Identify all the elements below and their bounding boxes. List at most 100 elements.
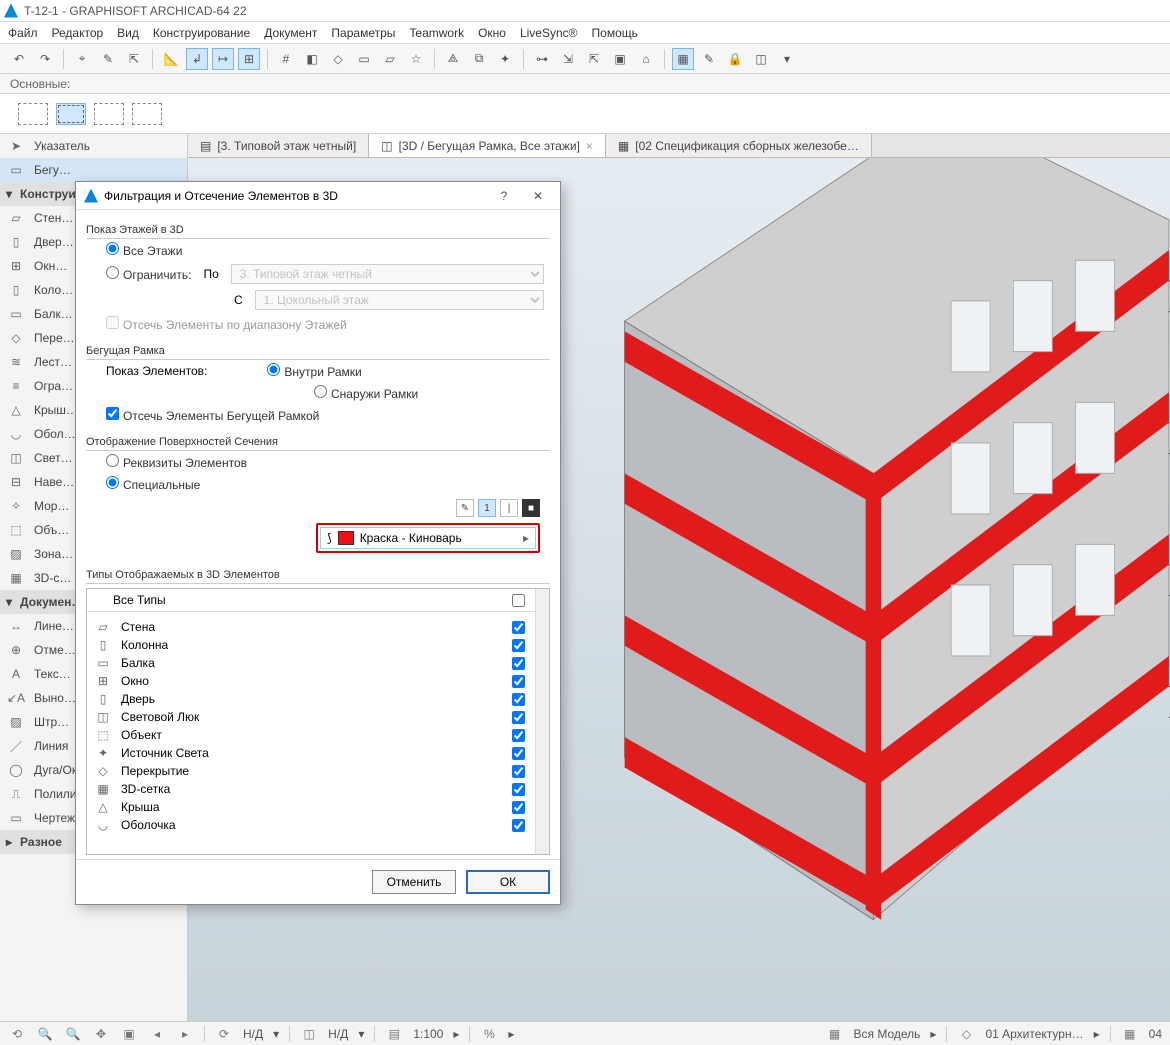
tool-c-icon[interactable]: ▭	[353, 48, 375, 70]
fit-icon[interactable]: ▣	[120, 1025, 138, 1043]
snap-a-icon[interactable]: ↲	[186, 48, 208, 70]
status-scale[interactable]: 1:100	[413, 1027, 443, 1041]
check-window[interactable]	[512, 675, 525, 688]
radio-all-stories[interactable]: Все Этажи	[106, 242, 182, 258]
status-model[interactable]: Вся Модель	[854, 1027, 921, 1041]
surface-picker[interactable]: ⟆ Краска - Киноварь ▸	[320, 527, 536, 549]
zoom-out-icon[interactable]: 🔍	[36, 1025, 54, 1043]
radio-element-attrs[interactable]: Реквизиты Элементов	[106, 454, 247, 470]
tool-arrow[interactable]: ➤Указатель	[0, 134, 187, 158]
snap-c-icon[interactable]: ⊞	[238, 48, 260, 70]
radio-outside-marquee[interactable]: Снаружи Рамки	[314, 385, 418, 401]
check-column[interactable]	[512, 639, 525, 652]
pull-icon[interactable]: ⇱	[583, 48, 605, 70]
pen-icon[interactable]: ✎	[456, 499, 474, 517]
tool-b-icon[interactable]: ◇	[327, 48, 349, 70]
layerset-icon[interactable]: ◇	[957, 1025, 975, 1043]
tab-schedule[interactable]: ▦[02 Спецификация сборных железобе…	[606, 134, 872, 157]
menu-design[interactable]: Конструирование	[153, 26, 250, 40]
model-icon[interactable]: ▦	[826, 1025, 844, 1043]
opt-c-icon[interactable]: ✦	[494, 48, 516, 70]
menu-help[interactable]: Помощь	[592, 26, 638, 40]
check-object[interactable]	[512, 729, 525, 742]
zoom-in-icon[interactable]: 🔍	[64, 1025, 82, 1043]
zoom-percent-icon[interactable]: %	[480, 1025, 498, 1043]
pan-icon[interactable]: ✥	[92, 1025, 110, 1043]
ruler-icon[interactable]: 📐	[160, 48, 182, 70]
radio-limit-stories[interactable]: Ограничить:	[106, 266, 191, 282]
dropdown-story-from[interactable]: 3. Типовой этаж четный	[231, 264, 544, 284]
check-door[interactable]	[512, 693, 525, 706]
edit-icon[interactable]: ✎	[97, 48, 119, 70]
checkbox-cut-marquee[interactable]: Отсечь Элементы Бегущей Рамкой	[106, 407, 319, 423]
marquee-mode-3[interactable]	[94, 103, 124, 125]
menu-window[interactable]: Окно	[478, 26, 506, 40]
nav-home-icon[interactable]: ⟲	[8, 1025, 26, 1043]
scale-icon[interactable]: ▤	[385, 1025, 403, 1043]
measure-icon[interactable]: ⇱	[123, 48, 145, 70]
menu-document[interactable]: Документ	[264, 26, 317, 40]
opt-b-icon[interactable]: ⧉	[468, 48, 490, 70]
radio-inside-marquee[interactable]: Внутри Рамки	[267, 365, 361, 379]
dialog-close-button[interactable]: ✕	[524, 189, 552, 203]
undo-icon[interactable]: ↶	[8, 48, 30, 70]
marquee-mode-2[interactable]	[56, 103, 86, 125]
check-beam[interactable]	[512, 657, 525, 670]
checkbox-all-types[interactable]	[512, 594, 525, 607]
dialog-titlebar[interactable]: Фильтрация и Отсечение Элементов в 3D ? …	[76, 182, 560, 210]
render-icon[interactable]: ▦	[1121, 1025, 1139, 1043]
layer-icon[interactable]: ✎	[698, 48, 720, 70]
check-slab[interactable]	[512, 765, 525, 778]
ok-button[interactable]: ОК	[466, 870, 550, 894]
tool-a-icon[interactable]: ◧	[301, 48, 323, 70]
cube-icon[interactable]: ◫	[750, 48, 772, 70]
tab-3d[interactable]: ◫[3D / Бегущая Рамка, Все этажи]×	[369, 134, 606, 157]
line-color-icon[interactable]: ■	[522, 499, 540, 517]
check-shell[interactable]	[512, 819, 525, 832]
dialog-help-button[interactable]: ?	[490, 189, 518, 203]
marquee-mode-4[interactable]	[132, 103, 162, 125]
menu-teamwork[interactable]: Teamwork	[409, 26, 464, 40]
prev-view-icon[interactable]: ◂	[148, 1025, 166, 1043]
check-roof[interactable]	[512, 801, 525, 814]
status-layerset[interactable]: 01 Архитектурн…	[985, 1027, 1083, 1041]
next-view-icon[interactable]: ▸	[176, 1025, 194, 1043]
group-icon[interactable]: ▣	[609, 48, 631, 70]
radio-special-surfaces[interactable]: Специальные	[106, 476, 200, 492]
marquee-mode-1[interactable]	[18, 103, 48, 125]
menu-options[interactable]: Параметры	[331, 26, 395, 40]
opt-a-icon[interactable]: ⟁	[442, 48, 464, 70]
line-weight-icon[interactable]: |	[500, 499, 518, 517]
check-lamp[interactable]	[512, 747, 525, 760]
push-icon[interactable]: ⇲	[557, 48, 579, 70]
element-types-list[interactable]: ▱Стена ▯Колонна ▭Балка ⊞Окно ▯Дверь ◫Све…	[87, 612, 535, 854]
check-wall[interactable]	[512, 621, 525, 634]
home-icon[interactable]: ⌂	[635, 48, 657, 70]
view-mode-icon[interactable]: ◫	[300, 1025, 318, 1043]
tool-marquee[interactable]: ▭Бегу…	[0, 158, 187, 182]
types-scrollbar[interactable]	[535, 589, 549, 854]
dropdown-story-to[interactable]: 1. Цокольный этаж	[255, 290, 544, 310]
drop-icon[interactable]: ▾	[776, 48, 798, 70]
filter-3d-icon[interactable]: ▦	[672, 48, 694, 70]
snap-b-icon[interactable]: ↦	[212, 48, 234, 70]
orbit-icon[interactable]: ⟳	[215, 1025, 233, 1043]
tab-floorplan[interactable]: ▤[3. Типовой этаж четный]	[188, 134, 369, 157]
tool-d-icon[interactable]: ▱	[379, 48, 401, 70]
check-skylight[interactable]	[512, 711, 525, 724]
menu-edit[interactable]: Редактор	[52, 26, 104, 40]
menu-livesync[interactable]: LiveSync®	[520, 26, 578, 40]
grid-icon[interactable]: #	[275, 48, 297, 70]
pick-icon[interactable]: ⌖	[71, 48, 93, 70]
checkbox-cut-range[interactable]: Отсечь Элементы по диапазону Этажей	[106, 316, 347, 332]
lock-icon[interactable]: 🔒	[724, 48, 746, 70]
menu-view[interactable]: Вид	[117, 26, 139, 40]
check-mesh[interactable]	[512, 783, 525, 796]
favorite-icon[interactable]: ☆	[405, 48, 427, 70]
menu-file[interactable]: Файл	[8, 26, 38, 40]
tab-close-icon[interactable]: ×	[586, 139, 593, 153]
link-icon[interactable]: ⊶	[531, 48, 553, 70]
redo-icon[interactable]: ↷	[34, 48, 56, 70]
pen-value-field[interactable]: 1	[478, 499, 496, 517]
cancel-button[interactable]: Отменить	[372, 870, 456, 894]
